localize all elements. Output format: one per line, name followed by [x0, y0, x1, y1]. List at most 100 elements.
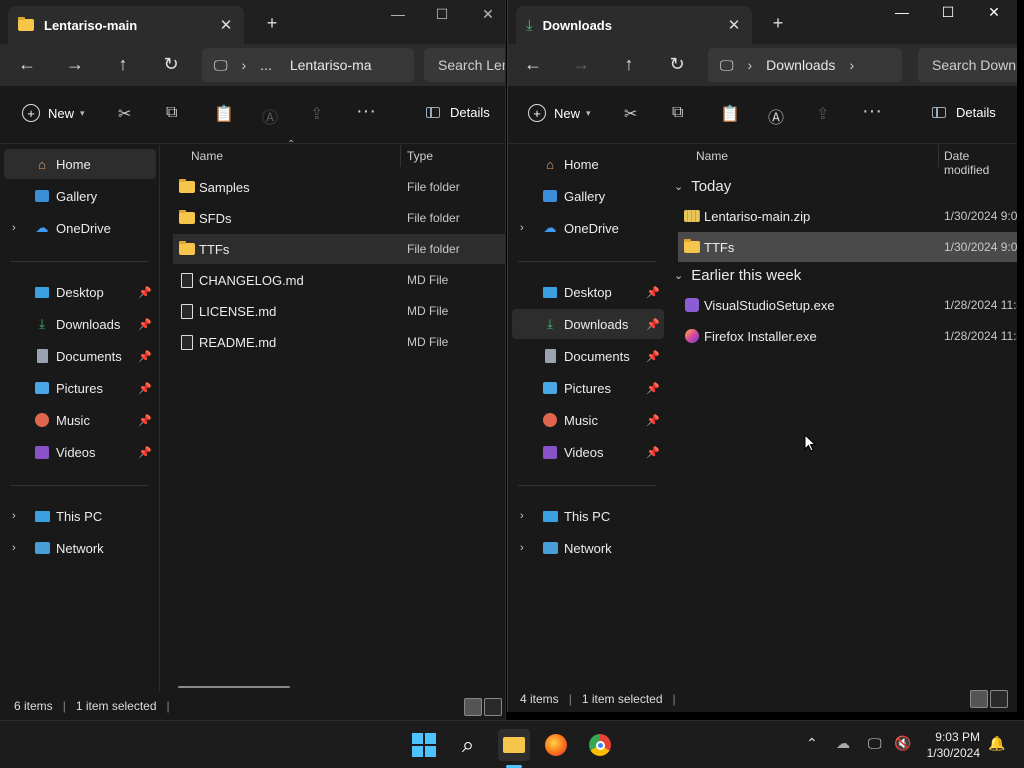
chevron-right-icon[interactable]: › — [520, 222, 524, 234]
rename-icon[interactable]: Ⓐ — [262, 104, 278, 128]
new-button[interactable]: + New ▾ — [528, 104, 591, 122]
notification-bell-icon[interactable]: 🔔 — [988, 735, 1005, 752]
refresh-icon[interactable]: ↻ — [666, 54, 688, 75]
chevron-up-icon[interactable]: ⌃ — [806, 735, 818, 752]
refresh-icon[interactable]: ↻ — [160, 54, 182, 75]
sidebar-item-desktop[interactable]: Desktop 📌 — [4, 277, 156, 307]
firefox-icon[interactable] — [542, 731, 570, 759]
sidebar-item-documents[interactable]: Documents 📌 — [4, 341, 156, 371]
file-row[interactable]: Samples File folder — [173, 172, 505, 202]
file-row[interactable]: README.md MD File — [173, 327, 505, 357]
chevron-right-icon[interactable]: › — [12, 510, 16, 522]
file-row-selected[interactable]: TTFs 1/30/2024 9:03 PM — [678, 232, 1017, 262]
details-view-button[interactable] — [970, 690, 988, 708]
tab-downloads[interactable]: ⤓ Downloads ✕ — [516, 6, 752, 44]
group-header-today[interactable]: ⌄ Today — [674, 178, 731, 195]
sidebar-item-onedrive[interactable]: › ☁ OneDrive — [4, 213, 156, 243]
chevron-right-icon[interactable]: › — [520, 510, 524, 522]
sidebar-item-home[interactable]: ⌂ Home — [4, 149, 156, 179]
cut-icon[interactable]: ✂ — [624, 104, 637, 124]
search-input[interactable]: Search Downloads — [918, 48, 1017, 82]
breadcrumb-item[interactable]: Downloads — [766, 57, 835, 73]
network-status-icon[interactable]: 🖵 — [868, 735, 882, 752]
onedrive-offline-icon[interactable]: ☁ — [836, 735, 850, 752]
forward-arrow-icon[interactable]: → — [570, 54, 592, 75]
details-button[interactable]: Details — [932, 105, 996, 120]
address-bar[interactable]: 🖵 › ... Lentariso-ma — [202, 48, 414, 82]
sidebar-item-network[interactable]: › Network — [512, 533, 664, 563]
sidebar-item-home[interactable]: ⌂ Home — [512, 149, 664, 179]
maximize-button[interactable]: ☐ — [432, 6, 452, 23]
column-header-type[interactable]: Type — [407, 149, 433, 163]
chevron-right-icon[interactable]: › — [520, 542, 524, 554]
column-divider[interactable] — [938, 145, 939, 167]
file-row-selected[interactable]: TTFs File folder — [173, 234, 505, 264]
close-tab-icon[interactable]: ✕ — [218, 16, 234, 34]
search-icon[interactable]: ⌕ — [454, 731, 482, 759]
cut-icon[interactable]: ✂ — [118, 104, 131, 124]
tiles-view-button[interactable] — [990, 690, 1008, 708]
file-row[interactable]: VisualStudioSetup.exe 1/28/2024 11:4 — [678, 290, 1017, 320]
chrome-icon[interactable] — [586, 731, 614, 759]
breadcrumb-item[interactable]: Lentariso-ma — [290, 57, 372, 73]
sidebar-item-gallery[interactable]: Gallery — [512, 181, 664, 211]
minimize-button[interactable]: — — [892, 4, 912, 20]
sidebar-item-documents[interactable]: Documents 📌 — [512, 341, 664, 371]
minimize-button[interactable]: — — [388, 6, 408, 22]
sidebar-item-desktop[interactable]: Desktop 📌 — [512, 277, 664, 307]
copy-icon[interactable]: ⧉ — [672, 104, 683, 122]
sidebar-item-this-pc[interactable]: › This PC — [512, 501, 664, 531]
file-explorer-icon[interactable] — [498, 729, 530, 761]
file-row[interactable]: Firefox Installer.exe 1/28/2024 11:4 — [678, 321, 1017, 351]
paste-icon[interactable]: 📋 — [720, 104, 740, 124]
column-header-name[interactable]: Name — [696, 149, 728, 163]
back-arrow-icon[interactable]: ← — [522, 54, 544, 75]
more-options-icon[interactable]: ··· — [862, 100, 882, 123]
sidebar-item-network[interactable]: › Network — [4, 533, 156, 563]
tiles-view-button[interactable] — [484, 698, 502, 716]
clock[interactable]: 9:03 PM 1/30/2024 — [927, 729, 980, 761]
file-row[interactable]: SFDs File folder — [173, 203, 505, 233]
file-row[interactable]: Lentariso-main.zip 1/30/2024 9:01 PM — [678, 201, 1017, 231]
details-button[interactable]: Details — [426, 105, 490, 120]
sidebar-item-onedrive[interactable]: › ☁ OneDrive — [512, 213, 664, 243]
close-tab-icon[interactable]: ✕ — [726, 16, 742, 34]
sidebar-item-videos[interactable]: Videos 📌 — [4, 437, 156, 467]
close-window-button[interactable]: ✕ — [984, 4, 1004, 21]
chevron-right-icon[interactable]: › — [12, 222, 16, 234]
new-tab-button[interactable]: + — [768, 13, 788, 34]
back-arrow-icon[interactable]: ← — [16, 54, 38, 75]
column-header-date-modified[interactable]: Date modified — [944, 149, 1017, 177]
sidebar-item-this-pc[interactable]: › This PC — [4, 501, 156, 531]
rename-icon[interactable]: Ⓐ — [768, 104, 784, 128]
breadcrumb-overflow[interactable]: ... — [260, 57, 272, 73]
sidebar-item-pictures[interactable]: Pictures 📌 — [512, 373, 664, 403]
maximize-button[interactable]: ☐ — [938, 4, 958, 21]
file-row[interactable]: CHANGELOG.md MD File — [173, 265, 505, 295]
sidebar-item-pictures[interactable]: Pictures 📌 — [4, 373, 156, 403]
sidebar-item-downloads[interactable]: ⤓ Downloads 📌 — [4, 309, 156, 339]
share-icon[interactable]: ⇪ — [310, 104, 323, 124]
more-options-icon[interactable]: ··· — [356, 100, 376, 123]
address-bar[interactable]: 🖵 › Downloads › — [708, 48, 902, 82]
details-view-button[interactable] — [464, 698, 482, 716]
up-arrow-icon[interactable]: ↑ — [618, 54, 640, 75]
sidebar-item-videos[interactable]: Videos 📌 — [512, 437, 664, 467]
file-row[interactable]: LICENSE.md MD File — [173, 296, 505, 326]
search-input[interactable]: Search Lentariso-main — [424, 48, 505, 82]
forward-arrow-icon[interactable]: → — [64, 54, 86, 75]
chevron-right-icon[interactable]: › — [12, 542, 16, 554]
tab-lentariso-main[interactable]: Lentariso-main ✕ — [8, 6, 244, 44]
copy-icon[interactable]: ⧉ — [166, 104, 177, 122]
up-arrow-icon[interactable]: ↑ — [112, 54, 134, 75]
new-button[interactable]: + New ▾ — [22, 104, 85, 122]
group-header-earlier-this-week[interactable]: ⌄ Earlier this week — [674, 267, 801, 284]
paste-icon[interactable]: 📋 — [214, 104, 234, 124]
horizontal-scrollbar[interactable] — [178, 686, 290, 688]
sidebar-item-music[interactable]: Music 📌 — [4, 405, 156, 435]
column-divider[interactable] — [400, 145, 401, 167]
close-window-button[interactable]: ✕ — [478, 6, 498, 23]
sidebar-item-music[interactable]: Music 📌 — [512, 405, 664, 435]
start-icon[interactable] — [410, 731, 438, 759]
share-icon[interactable]: ⇪ — [816, 104, 829, 124]
